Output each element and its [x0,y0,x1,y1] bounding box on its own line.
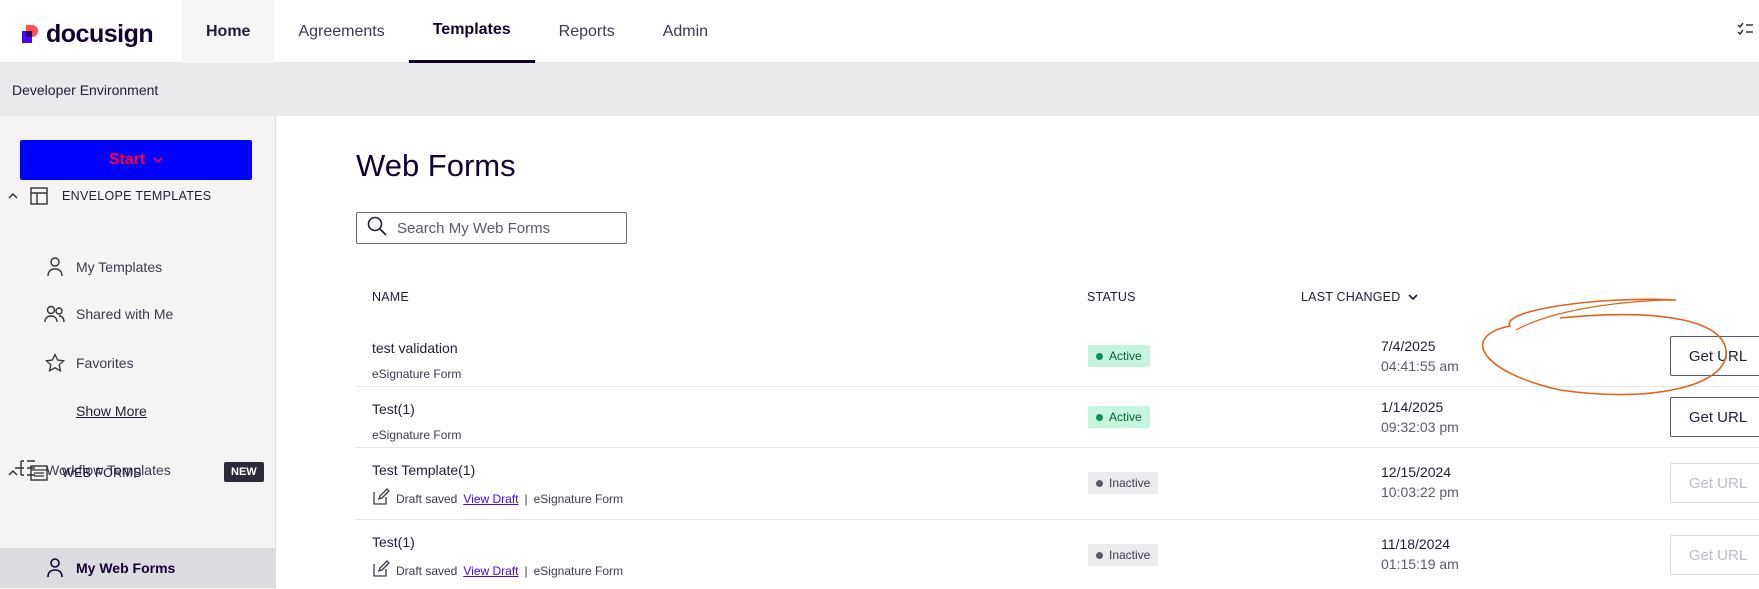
last-changed: 7/4/2025 04:41:55 am [1381,336,1459,376]
form-draft-info: Draft saved View Draft | eSignature Form [372,488,623,509]
view-draft-link[interactable]: View Draft [463,492,518,506]
last-changed-time: 01:15:19 am [1381,556,1459,572]
nav-home[interactable]: Home [182,0,275,63]
page-title: Web Forms [356,148,516,183]
draft-saved-text: Draft saved [396,563,458,578]
last-changed: 1/14/2025 09:32:03 pm [1381,397,1459,437]
last-changed: 12/15/2024 10:03:22 pm [1381,462,1459,502]
form-draft-info: Draft saved View Draft | eSignature Form [372,560,623,581]
environment-banner: Developer Environment [0,63,1759,116]
section-envelope-templates[interactable]: ENVELOPE TEMPLATES [8,187,211,205]
search-input[interactable] [397,219,617,237]
status-dot-icon [1096,551,1103,559]
get-url-button[interactable]: Get URL [1670,463,1759,503]
status-label: Inactive [1109,548,1151,562]
logo-mark-icon [22,24,40,45]
nav-templates[interactable]: Templates [408,0,535,63]
status-badge: Inactive [1088,544,1159,566]
separator: | [524,563,528,578]
web-form-icon [30,464,52,482]
docusign-logo[interactable]: docusign [22,20,154,49]
sidebar-item-my-web-forms[interactable]: My Web Forms [0,548,276,588]
search-box[interactable] [356,212,627,244]
section-label: WEB FORMS [62,466,142,480]
table-row[interactable]: test validation eSignature Form Active 7… [356,326,1759,387]
column-header-last-changed[interactable]: LAST CHANGED [1301,290,1418,304]
draft-edit-icon [372,488,390,509]
draft-saved-text: Draft saved [396,491,458,506]
get-url-button[interactable]: Get URL [1670,336,1759,376]
last-changed-date: 1/14/2025 [1381,399,1444,415]
sidebar-item-favorites[interactable]: Favorites [44,353,134,373]
person-icon [44,558,66,578]
column-header-status[interactable]: STATUS [1087,290,1136,304]
sidebar-item-shared-with-me[interactable]: Shared with Me [44,305,173,323]
people-icon [44,305,66,323]
last-changed: 11/18/2024 01:15:19 am [1381,534,1459,574]
sidebar-item-my-templates[interactable]: My Templates [44,257,162,277]
sidebar-item-label: Shared with Me [76,306,174,322]
status-dot-icon [1096,413,1103,421]
view-draft-link[interactable]: View Draft [463,564,518,578]
table-row[interactable]: Test Template(1) Draft saved View Draft … [356,448,1759,520]
section-label: ENVELOPE TEMPLATES [62,189,212,203]
last-changed-date: 12/15/2024 [1381,464,1452,480]
section-web-forms[interactable]: WEB FORMS [8,464,142,482]
show-more-link[interactable]: Show More [76,403,147,419]
chevron-down-icon [153,151,163,169]
form-name[interactable]: Test(1) [372,534,415,550]
separator: | [524,491,528,506]
column-header-name[interactable]: NAME [372,290,409,304]
form-type: eSignature Form [533,563,623,578]
logo-text: docusign [46,20,154,48]
status-dot-icon [1096,352,1103,360]
status-badge: Inactive [1088,472,1159,494]
template-layout-icon [30,187,52,205]
last-changed-date: 7/4/2025 [1381,338,1436,354]
sidebar: Start ENVELOPE TEMPLATES My Templates Sh… [0,116,276,589]
last-changed-time: 04:41:55 am [1381,358,1459,374]
person-icon [44,257,66,277]
sidebar-item-label: Favorites [76,355,134,371]
get-url-button[interactable]: Get URL [1670,397,1759,437]
last-changed-time: 09:32:03 pm [1381,419,1459,435]
main-nav: Home Agreements Templates Reports Admin [182,0,732,63]
start-button-label: Start [108,151,146,168]
chevron-up-icon [8,190,24,202]
star-icon [44,353,66,373]
nav-agreements[interactable]: Agreements [274,0,408,63]
start-button[interactable]: Start [20,140,252,180]
form-name[interactable]: Test Template(1) [372,462,475,478]
column-header-label: LAST CHANGED [1301,290,1401,304]
new-badge: NEW [224,462,264,482]
status-badge: Active [1088,345,1150,367]
form-type: eSignature Form [372,428,462,442]
status-label: Inactive [1109,476,1151,490]
checklist-icon[interactable] [1737,22,1753,41]
form-type: eSignature Form [372,367,462,381]
get-url-button[interactable]: Get URL [1670,535,1759,575]
form-name[interactable]: Test(1) [372,401,415,417]
form-name[interactable]: test validation [372,340,458,356]
draft-edit-icon [372,560,390,581]
top-nav-bar: docusign Home Agreements Templates Repor… [0,0,1759,63]
status-badge: Active [1088,406,1150,428]
status-label: Active [1109,410,1142,424]
nav-admin[interactable]: Admin [639,0,732,63]
sidebar-item-label: My Web Forms [76,560,176,576]
sort-chevron-down-icon [1408,290,1418,304]
table-row[interactable]: Test(1) Draft saved View Draft | eSignat… [356,520,1759,589]
form-type: eSignature Form [533,491,623,506]
table-row[interactable]: Test(1) eSignature Form Active 1/14/2025… [356,387,1759,448]
status-dot-icon [1096,479,1103,487]
main-content: Web Forms NAME STATUS LAST CHANGED test … [276,116,1759,589]
sidebar-item-label: My Templates [76,259,163,275]
status-label: Active [1109,349,1142,363]
search-icon [367,216,387,241]
last-changed-time: 10:03:22 pm [1381,484,1459,500]
last-changed-date: 11/18/2024 [1381,536,1451,552]
nav-reports[interactable]: Reports [535,0,639,63]
chevron-up-icon [8,467,24,479]
